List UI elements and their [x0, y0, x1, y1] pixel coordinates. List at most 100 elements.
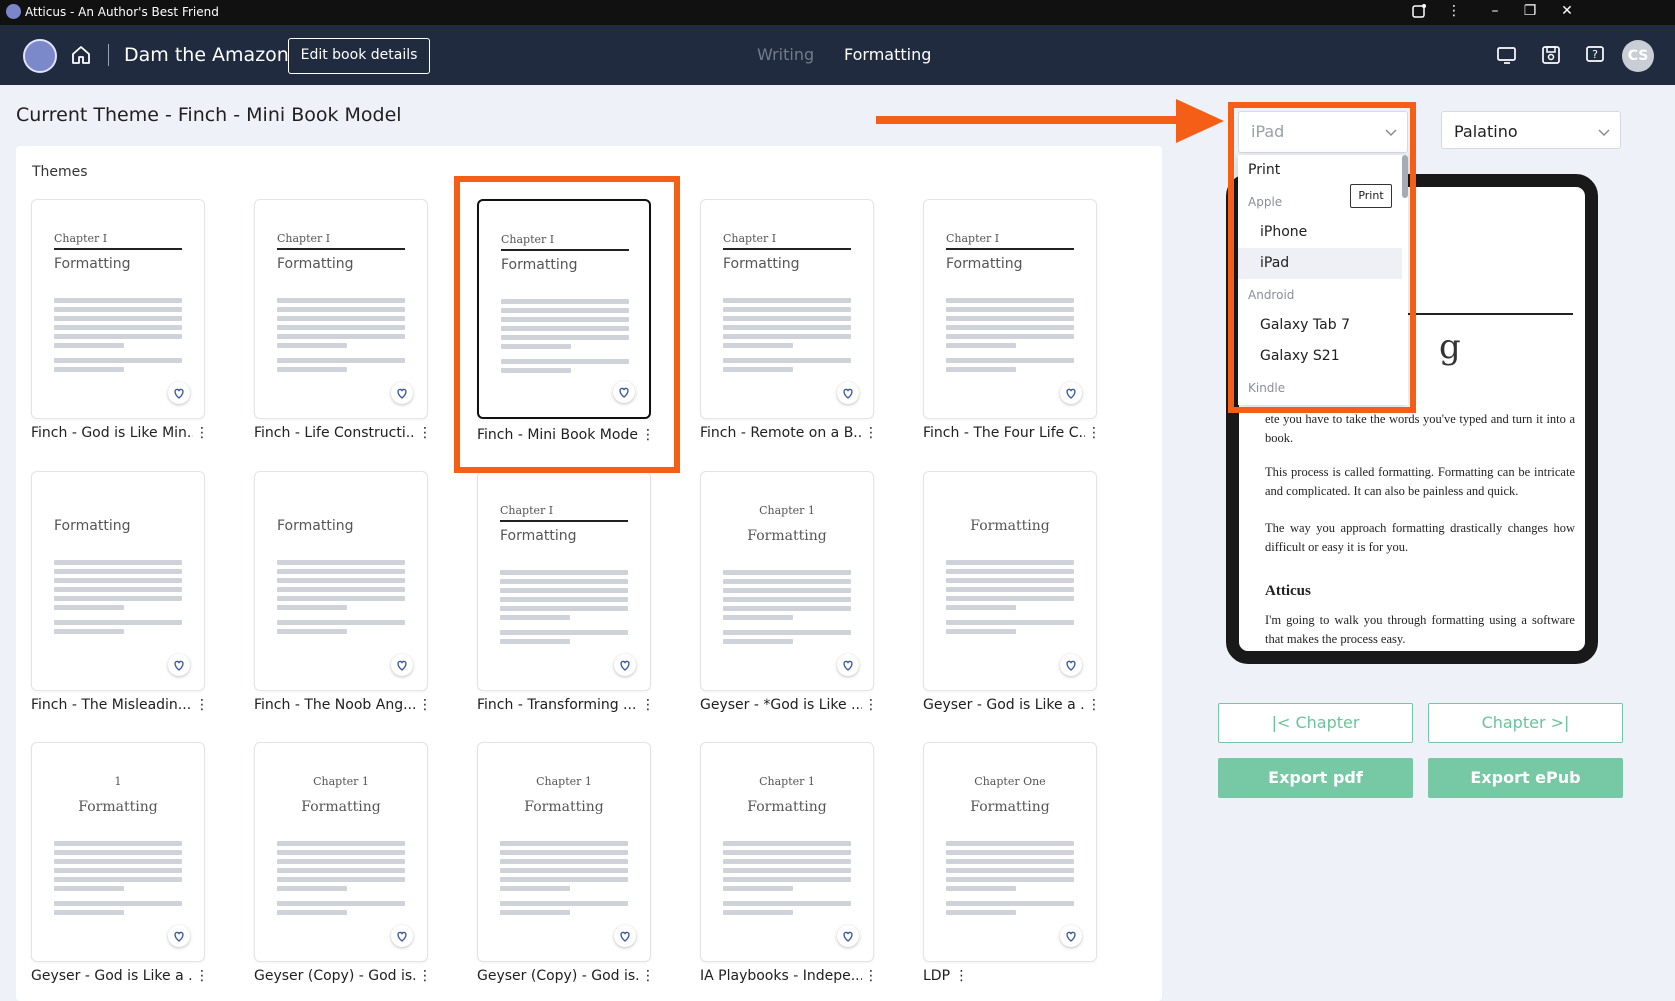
- theme-card[interactable]: Formatting: [254, 471, 428, 691]
- restore-icon[interactable]: ❐: [1520, 3, 1540, 21]
- close-icon[interactable]: ✕: [1557, 3, 1577, 21]
- theme-name[interactable]: Finch - The Misleadin... ⋮: [31, 697, 209, 713]
- theme-options-icon[interactable]: ⋮: [416, 425, 432, 441]
- save-icon[interactable]: [1540, 44, 1562, 66]
- theme-options-icon[interactable]: ⋮: [1085, 697, 1101, 713]
- theme-card[interactable]: Chapter 1 Formatting: [700, 471, 874, 691]
- theme-card[interactable]: Chapter One Formatting: [923, 742, 1097, 962]
- theme-options-icon[interactable]: ⋮: [416, 968, 432, 984]
- minimize-icon[interactable]: –: [1485, 3, 1505, 21]
- extension-icon[interactable]: [1409, 3, 1429, 21]
- next-chapter-button[interactable]: Chapter >|: [1428, 703, 1623, 743]
- theme-name[interactable]: Finch - The Four Life C... ⋮: [923, 425, 1101, 441]
- theme-text-sample-line: [501, 335, 629, 340]
- theme-title-sample: Formatting: [747, 528, 827, 544]
- theme-name[interactable]: Finch - Mini Book Model ⋮: [477, 427, 655, 443]
- theme-name[interactable]: Geyser (Copy) - God is... ⋮: [254, 968, 432, 984]
- theme-card[interactable]: Chapter 1 Formatting: [254, 742, 428, 962]
- theme-name[interactable]: Geyser - *God is Like ... ⋮: [700, 697, 878, 713]
- dropdown-scrollbar[interactable]: [1402, 155, 1408, 198]
- theme-name[interactable]: Geyser - God is Like a ... ⋮: [923, 697, 1101, 713]
- theme-card[interactable]: Chapter 1 Formatting: [477, 742, 651, 962]
- theme-name[interactable]: Finch - Transforming ... ⋮: [477, 697, 655, 713]
- theme-title-sample: Formatting: [723, 256, 800, 272]
- theme-card[interactable]: Chapter I Formatting: [477, 199, 651, 419]
- theme-title-sample: Formatting: [747, 799, 827, 815]
- favorite-heart-icon[interactable]: [391, 654, 413, 676]
- theme-options-icon[interactable]: ⋮: [1085, 425, 1101, 441]
- favorite-heart-icon[interactable]: [168, 382, 190, 404]
- home-icon[interactable]: [70, 44, 92, 66]
- dropdown-option[interactable]: iPhone: [1238, 217, 1402, 248]
- favorite-heart-icon[interactable]: [391, 382, 413, 404]
- theme-card[interactable]: 1 Formatting: [31, 742, 205, 962]
- favorite-heart-icon[interactable]: [614, 654, 636, 676]
- favorite-heart-icon[interactable]: [168, 654, 190, 676]
- dropdown-option[interactable]: Galaxy S21: [1238, 341, 1402, 372]
- theme-name[interactable]: IA Playbooks - Indepe... ⋮: [700, 968, 878, 984]
- user-avatar[interactable]: CS: [1622, 40, 1654, 72]
- favorite-heart-icon[interactable]: [1060, 925, 1082, 947]
- theme-card[interactable]: Chapter 1 Formatting: [700, 742, 874, 962]
- favorite-heart-icon[interactable]: [837, 382, 859, 404]
- theme-options-icon[interactable]: ⋮: [193, 697, 209, 713]
- theme-options-icon[interactable]: ⋮: [639, 697, 655, 713]
- theme-name[interactable]: Finch - God is Like Min... ⋮: [31, 425, 209, 441]
- theme-card[interactable]: Chapter I Formatting: [477, 471, 651, 691]
- theme-text-sample-line: [54, 560, 182, 565]
- dropdown-option-label: Kindle: [1248, 381, 1286, 395]
- more-menu-icon[interactable]: ⋮: [1444, 3, 1464, 21]
- theme-text-sample-line: [500, 615, 570, 620]
- help-icon[interactable]: ?: [1584, 44, 1606, 66]
- theme-card[interactable]: Formatting: [31, 471, 205, 691]
- theme-text-sample-line: [946, 325, 1074, 330]
- dropdown-option[interactable]: Galaxy Tab 7: [1238, 310, 1402, 341]
- favorite-heart-icon[interactable]: [391, 925, 413, 947]
- export-epub-button[interactable]: Export ePub: [1428, 758, 1623, 798]
- favorite-heart-icon[interactable]: [1060, 382, 1082, 404]
- theme-name[interactable]: Finch - The Noob Ang... ⋮: [254, 697, 432, 713]
- theme-name[interactable]: Finch - Remote on a B... ⋮: [700, 425, 878, 441]
- export-pdf-button[interactable]: Export pdf: [1218, 758, 1413, 798]
- theme-text-sample-line: [277, 877, 405, 882]
- theme-options-icon[interactable]: ⋮: [950, 968, 968, 984]
- theme-text-sample-line: [54, 629, 124, 634]
- dropdown-option[interactable]: iPad: [1238, 248, 1402, 279]
- theme-card[interactable]: Chapter I Formatting: [31, 199, 205, 419]
- theme-options-icon[interactable]: ⋮: [193, 968, 209, 984]
- favorite-heart-icon[interactable]: [837, 925, 859, 947]
- theme-card[interactable]: Formatting: [923, 471, 1097, 691]
- preview-icon[interactable]: [1496, 44, 1518, 66]
- theme-options-icon[interactable]: ⋮: [416, 697, 432, 713]
- tab-writing[interactable]: Writing: [757, 45, 814, 64]
- theme-options-icon[interactable]: ⋮: [639, 968, 655, 984]
- theme-options-icon[interactable]: ⋮: [193, 425, 209, 441]
- font-select[interactable]: Palatino: [1441, 111, 1621, 149]
- previous-chapter-button[interactable]: |< Chapter: [1218, 703, 1413, 743]
- theme-options-icon[interactable]: ⋮: [862, 425, 878, 441]
- theme-name[interactable]: LDP ⋮: [923, 968, 1101, 984]
- favorite-heart-icon[interactable]: [614, 925, 636, 947]
- theme-options-icon[interactable]: ⋮: [862, 697, 878, 713]
- theme-card[interactable]: Chapter I Formatting: [700, 199, 874, 419]
- atticus-logo-icon[interactable]: [23, 39, 57, 73]
- theme-options-icon[interactable]: ⋮: [862, 968, 878, 984]
- theme-name[interactable]: Finch - Life Constructi... ⋮: [254, 425, 432, 441]
- dropdown-option[interactable]: Print: [1238, 155, 1402, 186]
- dropdown-option-label: Android: [1248, 288, 1295, 302]
- favorite-heart-icon[interactable]: [837, 654, 859, 676]
- theme-options-icon[interactable]: ⋮: [639, 427, 655, 443]
- edit-book-details-button[interactable]: Edit book details: [288, 38, 430, 74]
- theme-chapter-label: 1: [114, 775, 122, 788]
- tab-formatting[interactable]: Formatting: [844, 45, 931, 64]
- theme-card[interactable]: Chapter I Formatting: [923, 199, 1097, 419]
- favorite-heart-icon[interactable]: [1060, 654, 1082, 676]
- theme-card[interactable]: Chapter I Formatting: [254, 199, 428, 419]
- theme-name[interactable]: Geyser (Copy) - God is... ⋮: [477, 968, 655, 984]
- window-title: Atticus - An Author's Best Friend: [25, 5, 219, 19]
- favorite-heart-icon[interactable]: [613, 381, 635, 403]
- favorite-heart-icon[interactable]: [168, 925, 190, 947]
- device-select[interactable]: iPad: [1238, 111, 1408, 153]
- theme-name[interactable]: Geyser - God is Like a ... ⋮: [31, 968, 209, 984]
- theme-chapter-label: Chapter I: [723, 232, 777, 245]
